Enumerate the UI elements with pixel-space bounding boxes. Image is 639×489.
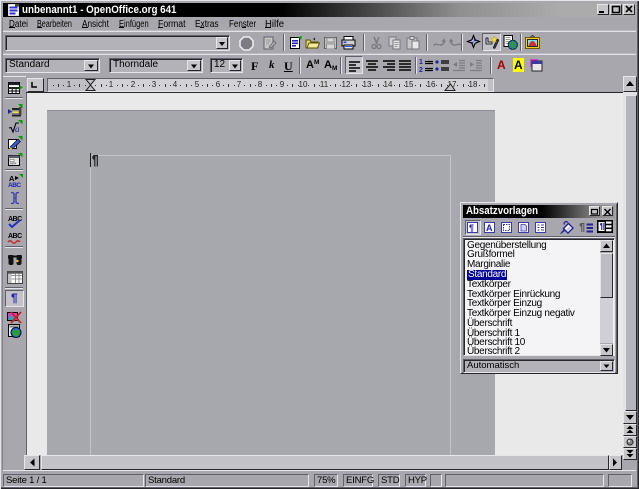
svg-text:a: a xyxy=(15,124,20,134)
svg-text:1: 1 xyxy=(419,59,423,66)
svg-text:ABC: ABC xyxy=(8,233,22,240)
svg-text:2: 2 xyxy=(419,67,423,73)
svg-text:ABC: ABC xyxy=(8,182,21,188)
svg-text:¶: ¶ xyxy=(469,223,474,233)
svg-text:ABC: ABC xyxy=(8,216,22,223)
svg-text:A: A xyxy=(486,223,493,233)
